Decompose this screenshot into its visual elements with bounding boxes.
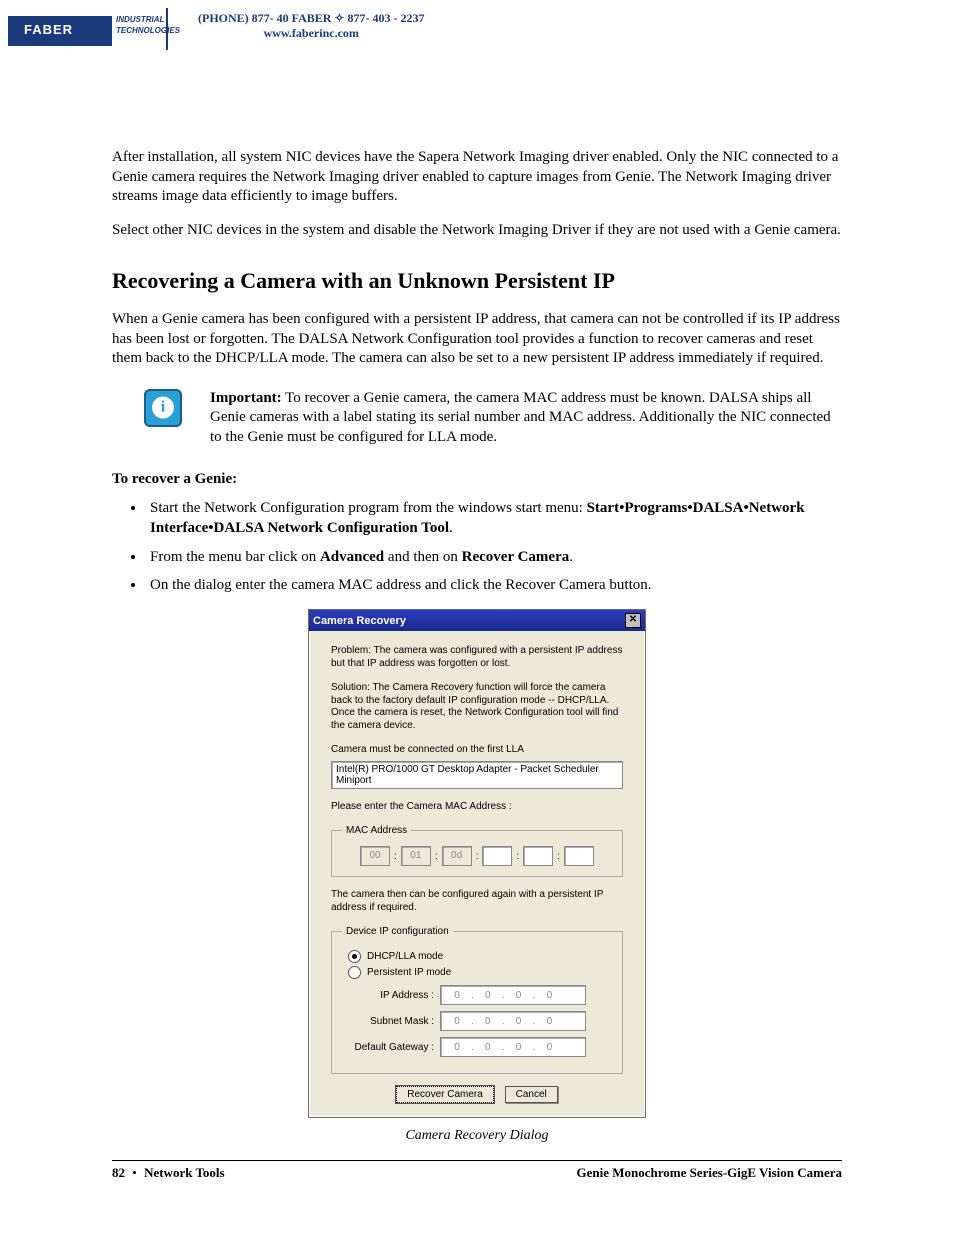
footer-right: Genie Monochrome Series-GigE Vision Came…: [576, 1165, 842, 1181]
dialog-lla-note: Camera must be connected on the first LL…: [331, 744, 623, 757]
important-label: Important:: [210, 390, 282, 406]
important-text: Important: To recover a Genie camera, th…: [210, 389, 842, 448]
ip-address-field[interactable]: 0. 0. 0. 0: [440, 985, 586, 1005]
radio-persistent[interactable]: Persistent IP mode: [348, 966, 612, 979]
mac-legend: MAC Address: [342, 825, 411, 836]
recover-camera-button[interactable]: Recover Camera: [396, 1086, 494, 1103]
para-1: After installation, all system NIC devic…: [112, 148, 842, 207]
url-line: www.faberinc.com: [198, 26, 424, 41]
persist-note: The camera then can be configured again …: [331, 889, 623, 914]
mac-octet-input[interactable]: [482, 846, 512, 866]
logo-sub1: INDUSTRIAL: [116, 15, 164, 24]
camera-recovery-dialog: Camera Recovery ✕ Problem: The camera wa…: [308, 609, 646, 1118]
info-icon: [144, 389, 182, 427]
sub-heading: To recover a Genie:: [112, 471, 842, 488]
radio-icon: [348, 950, 361, 963]
gateway-label: Default Gateway :: [342, 1042, 434, 1053]
dialog-title: Camera Recovery: [313, 615, 406, 627]
page-footer: 82 • Network Tools Genie Monochrome Seri…: [112, 1160, 842, 1181]
dialog-solution: Solution: The Camera Recovery function w…: [331, 682, 623, 732]
close-icon[interactable]: ✕: [625, 613, 641, 628]
steps-list: Start the Network Configuration program …: [146, 498, 842, 595]
important-note: Important: To recover a Genie camera, th…: [112, 389, 842, 448]
list-item: From the menu bar click on Advanced and …: [146, 547, 842, 567]
adapter-field[interactable]: Intel(R) PRO/1000 GT Desktop Adapter - P…: [331, 761, 623, 789]
header-contact: (PHONE) 877- 40 FABER ✧ 877- 403 - 2237 …: [198, 11, 424, 41]
radio-icon: [348, 966, 361, 979]
radio-dhcp[interactable]: DHCP/LLA mode: [348, 950, 612, 963]
list-item: On the dialog enter the camera MAC addre…: [146, 575, 842, 595]
logo: FABER INDUSTRIAL TECHNOLOGIES: [8, 8, 168, 50]
para-3: When a Genie camera has been configured …: [112, 310, 842, 369]
dialog-titlebar: Camera Recovery ✕: [309, 610, 645, 631]
mac-octet: 00: [360, 846, 390, 866]
mac-prompt: Please enter the Camera MAC Address :: [331, 801, 623, 814]
subnet-field[interactable]: 0. 0. 0. 0: [440, 1011, 586, 1031]
subnet-label: Subnet Mask :: [342, 1016, 434, 1027]
mac-octet-input[interactable]: [564, 846, 594, 866]
page-number: 82: [112, 1165, 125, 1180]
page-header: FABER INDUSTRIAL TECHNOLOGIES (PHONE) 87…: [0, 0, 954, 68]
mac-octet: 01: [401, 846, 431, 866]
figure-caption: Camera Recovery Dialog: [112, 1128, 842, 1144]
para-2: Select other NIC devices in the system a…: [112, 221, 842, 241]
mac-address-group: MAC Address 00: 01: 0d: : :: [331, 825, 623, 877]
phone-line: (PHONE) 877- 40 FABER ✧ 877- 403 - 2237: [198, 11, 424, 26]
footer-left: 82 • Network Tools: [112, 1165, 225, 1181]
cancel-button[interactable]: Cancel: [505, 1086, 558, 1103]
device-ip-group: Device IP configuration DHCP/LLA mode Pe…: [331, 926, 623, 1074]
gateway-field[interactable]: 0. 0. 0. 0: [440, 1037, 586, 1057]
section-heading: Recovering a Camera with an Unknown Pers…: [112, 268, 842, 294]
logo-sub2: TECHNOLOGIES: [116, 26, 180, 35]
ip-legend: Device IP configuration: [342, 926, 453, 937]
ip-address-label: IP Address :: [342, 990, 434, 1001]
footer-section: Network Tools: [144, 1165, 225, 1180]
mac-octet-input[interactable]: [523, 846, 553, 866]
mac-octet: 0d: [442, 846, 472, 866]
logo-main-text: FABER: [24, 22, 73, 37]
list-item: Start the Network Configuration program …: [146, 498, 842, 539]
page-content: After installation, all system NIC devic…: [0, 68, 954, 1144]
dialog-figure: Camera Recovery ✕ Problem: The camera wa…: [112, 609, 842, 1144]
dialog-problem: Problem: The camera was configured with …: [331, 645, 623, 670]
